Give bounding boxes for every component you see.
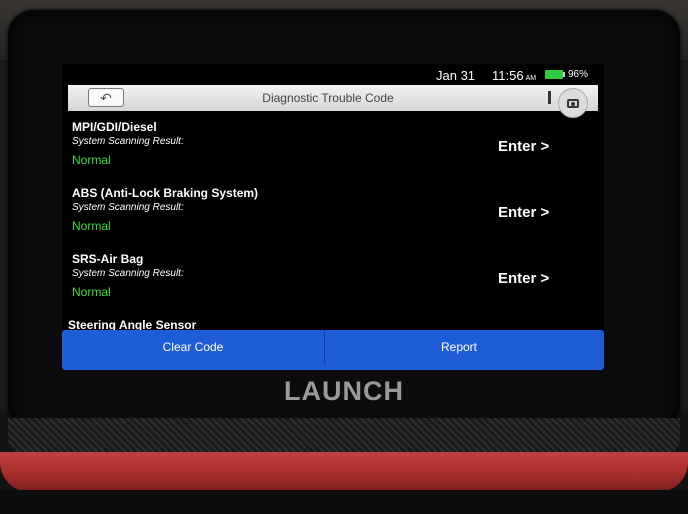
status-bar: Jan 31 11:56 AM 96% <box>62 64 604 84</box>
clear-code-button[interactable]: Clear Code <box>62 330 325 364</box>
device-red-bumper <box>0 452 688 492</box>
device-screen: Jan 31 11:56 AM 96% ↶ Diagnostic Trouble … <box>62 64 604 370</box>
flashlight-icon[interactable] <box>548 91 551 104</box>
scan-result-status: Normal <box>72 153 111 167</box>
report-button[interactable]: Report <box>324 330 594 364</box>
page-title: Diagnostic Trouble Code <box>262 91 394 105</box>
status-date: Jan 31 <box>436 68 476 83</box>
scan-result-label: System Scanning Result: <box>72 136 184 147</box>
screenshot-button[interactable] <box>558 88 588 118</box>
enter-button[interactable]: Enter > <box>498 138 549 155</box>
system-name: MPI/GDI/Diesel <box>72 120 157 134</box>
system-item-srs: SRS-Air Bag System Scanning Result: Norm… <box>62 252 604 318</box>
brand-logo: LAUNCH <box>284 376 404 406</box>
action-bar: Clear Code Report <box>62 330 604 370</box>
camera-lens-icon <box>571 102 575 106</box>
scan-result-label: System Scanning Result: <box>72 268 184 279</box>
battery-icon <box>545 70 563 79</box>
status-time: 11:56 AM <box>492 68 537 83</box>
back-arrow-icon: ↶ <box>100 90 112 106</box>
title-bar: ↶ Diagnostic Trouble Code <box>68 85 598 111</box>
table-surface <box>0 490 688 514</box>
scan-result-status: Normal <box>72 219 111 233</box>
system-name: SRS-Air Bag <box>72 252 144 266</box>
enter-button[interactable]: Enter > <box>498 204 549 221</box>
back-button[interactable]: ↶ <box>88 88 124 107</box>
scan-result-label: System Scanning Result: <box>72 202 184 213</box>
scan-result-status: Normal <box>72 285 111 299</box>
device-grip-texture <box>8 418 680 456</box>
enter-button[interactable]: Enter > <box>498 270 549 287</box>
battery-tip <box>563 72 565 77</box>
system-item-mpi: MPI/GDI/Diesel System Scanning Result: N… <box>62 120 604 186</box>
battery-percent: 96% <box>568 69 589 80</box>
system-item-abs: ABS (Anti-Lock Braking System) System Sc… <box>62 186 604 252</box>
status-ampm: AM <box>525 75 537 82</box>
system-name: ABS (Anti-Lock Braking System) <box>72 186 259 200</box>
